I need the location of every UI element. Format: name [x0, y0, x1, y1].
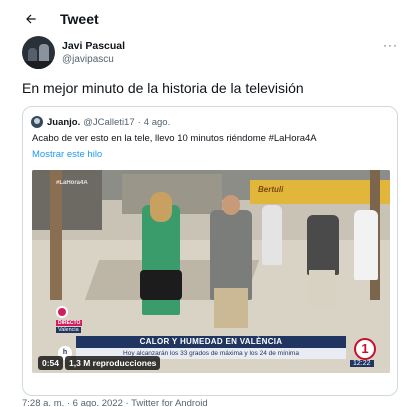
video-views: 1,3 M reproducciones: [65, 356, 161, 370]
more-options-button[interactable]: ···: [383, 38, 398, 52]
video-figure: [354, 210, 378, 280]
quote-text: Acabo de ver esto en la tele, llevo 10 m…: [32, 133, 317, 144]
video-figure: [307, 215, 339, 275]
video-figure: [262, 205, 282, 265]
live-badge: DIRECTO Valencia: [56, 306, 86, 334]
arrow-left-icon: [26, 14, 36, 24]
quote-avatar: [31, 116, 43, 128]
awning-text: Bertuli: [258, 185, 284, 194]
show-thread-link[interactable]: Mostrar este hilo: [32, 149, 102, 160]
live-city: Valencia: [56, 327, 81, 333]
news-banner: CALOR Y HUMEDAD EN VALÈNCIA: [76, 336, 346, 348]
tweet-header: Tweet: [0, 0, 420, 38]
back-button[interactable]: [22, 10, 40, 28]
quote-author-name: Juanjo.: [47, 116, 81, 128]
author-name[interactable]: Javi Pascual: [62, 40, 125, 52]
passerby-figure: [210, 210, 252, 300]
quoted-tweet[interactable]: Juanjo. @JCalleti17 · 4 ago. Acabo de ve…: [22, 106, 398, 396]
tweet-author: Javi Pascual @javipascu ···: [22, 36, 402, 72]
page-title: Tweet: [60, 11, 99, 27]
quote-time: 4 ago.: [143, 116, 171, 128]
tweet-timestamp[interactable]: 7:28 a. m. · 6 ago. 2022 · Twitter for A…: [22, 398, 208, 407]
live-dot-icon: [56, 306, 68, 318]
channel-logo-icon: 1: [354, 338, 376, 360]
broadcast-clock: 12:22: [350, 360, 374, 367]
video-hashtag: #LaHora4A: [56, 180, 88, 186]
video-badges: 0:54 1,3 M reproducciones: [38, 356, 161, 370]
quote-header: Juanjo. @JCalleti17 · 4 ago.: [31, 115, 170, 129]
quote-separator: ·: [137, 116, 141, 128]
tweet-text: En mejor minuto de la historia de la tel…: [22, 80, 304, 96]
live-label: DIRECTO: [56, 320, 83, 326]
author-handle[interactable]: @javipascu: [62, 54, 114, 65]
more-horizontal-icon: ···: [383, 38, 398, 52]
avatar[interactable]: [22, 36, 55, 69]
quote-author-handle: @JCalleti17: [83, 116, 135, 128]
video-duration: 0:54: [38, 356, 64, 370]
video-player[interactable]: Bertuli #LaHora4A DIRECTO Valencia h CAL…: [32, 170, 390, 373]
